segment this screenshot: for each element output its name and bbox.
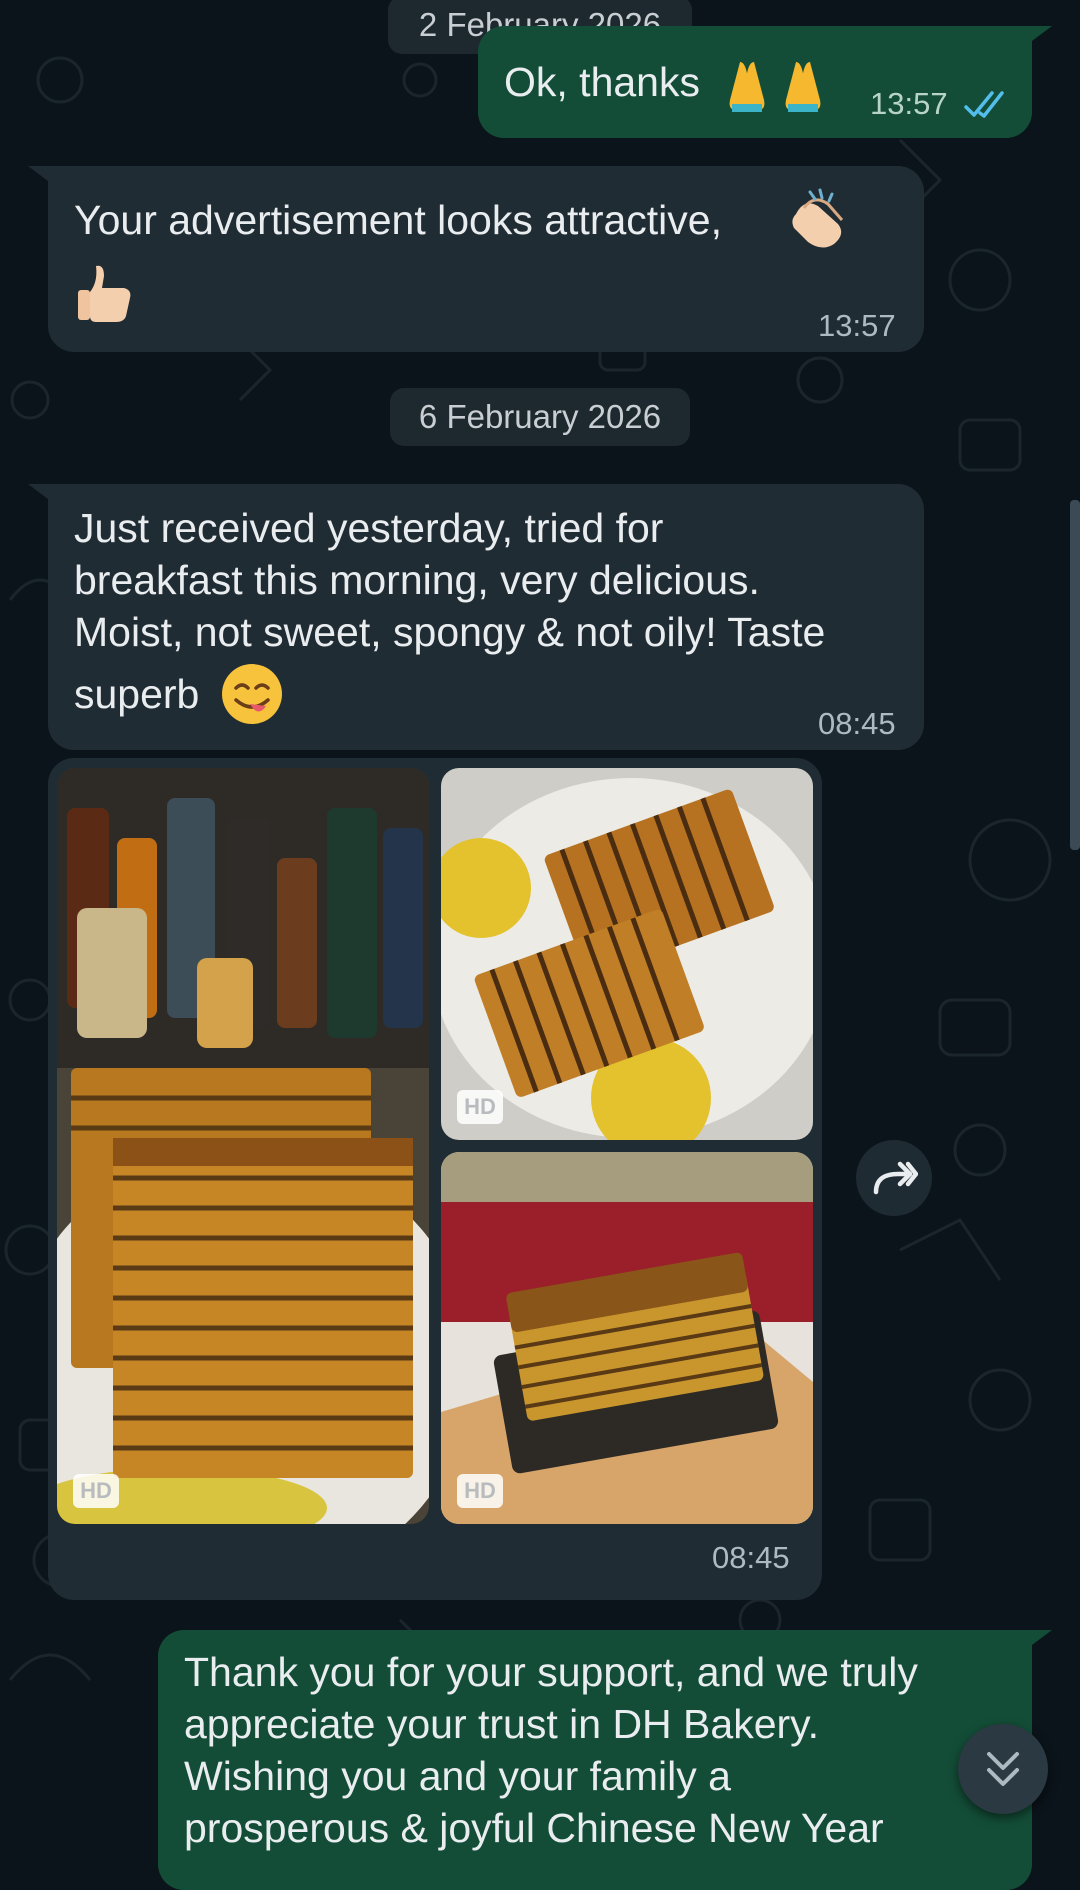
incoming-message[interactable]: Your advertisement looks attractive, 13:… [48,166,924,352]
cake-with-bottles-photo [57,768,429,1524]
forward-button[interactable] [856,1140,932,1216]
message-line: prosperous & joyful Chinese New Year [184,1805,884,1851]
incoming-message[interactable]: Just received yesterday, tried for break… [48,484,924,750]
message-line: Wishing you and your family a [184,1753,731,1799]
hd-badge: HD [73,1474,119,1508]
photo-thumbnail[interactable]: HD [441,1152,813,1524]
scrollbar-thumb[interactable] [1070,500,1080,850]
message-time: 08:45 [818,706,896,741]
message-text: Your advertisement looks attractive, [74,197,722,243]
hd-badge: HD [457,1474,503,1508]
message-text: Ok, thanks [504,59,700,105]
message-line: Thank you for your support, and we truly [184,1649,918,1695]
hd-label: HD [464,1094,496,1119]
date-divider: 6 February 2026 [390,388,690,446]
boxed-cake-photo [441,1152,813,1524]
message-line: Moist, not sweet, spongy & not oily! Tas… [74,609,826,655]
message-line: superb [74,671,200,717]
thumbs-up-emoji [74,262,134,329]
message-time: 13:57 [870,86,948,121]
double-check-icon [964,90,1010,125]
message-time: 13:57 [818,308,896,343]
message-line: breakfast this morning, very delicious. [74,557,760,603]
photo-thumbnail[interactable]: HD [441,768,813,1140]
outgoing-message[interactable]: Thank you for your support, and we truly… [158,1630,1032,1890]
photo-album-message[interactable]: HD HD HD 08:45 [48,758,822,1600]
hd-label: HD [80,1478,112,1503]
cake-on-plate-photo [441,768,813,1140]
bubble-tail [1012,26,1052,56]
hd-label: HD [464,1478,496,1503]
forward-arrow-icon [872,1160,919,1201]
photo-thumbnail[interactable]: HD [57,768,429,1524]
message-line: appreciate your trust in DH Bakery. [184,1701,819,1747]
hd-badge: HD [457,1090,503,1124]
chevron-double-down-icon [985,1748,1021,1795]
praying-hands-emoji [724,58,828,119]
outgoing-message[interactable]: Ok, thanks 13:57 [478,26,1032,138]
scroll-to-bottom-button[interactable] [958,1724,1048,1814]
bubble-tail [1012,1630,1052,1660]
date-divider-label: 6 February 2026 [418,398,662,435]
message-time: 08:45 [712,1540,790,1575]
yum-face-emoji [220,662,284,731]
clapping-hands-emoji [782,184,852,259]
message-line: Just received yesterday, tried for [74,505,664,551]
